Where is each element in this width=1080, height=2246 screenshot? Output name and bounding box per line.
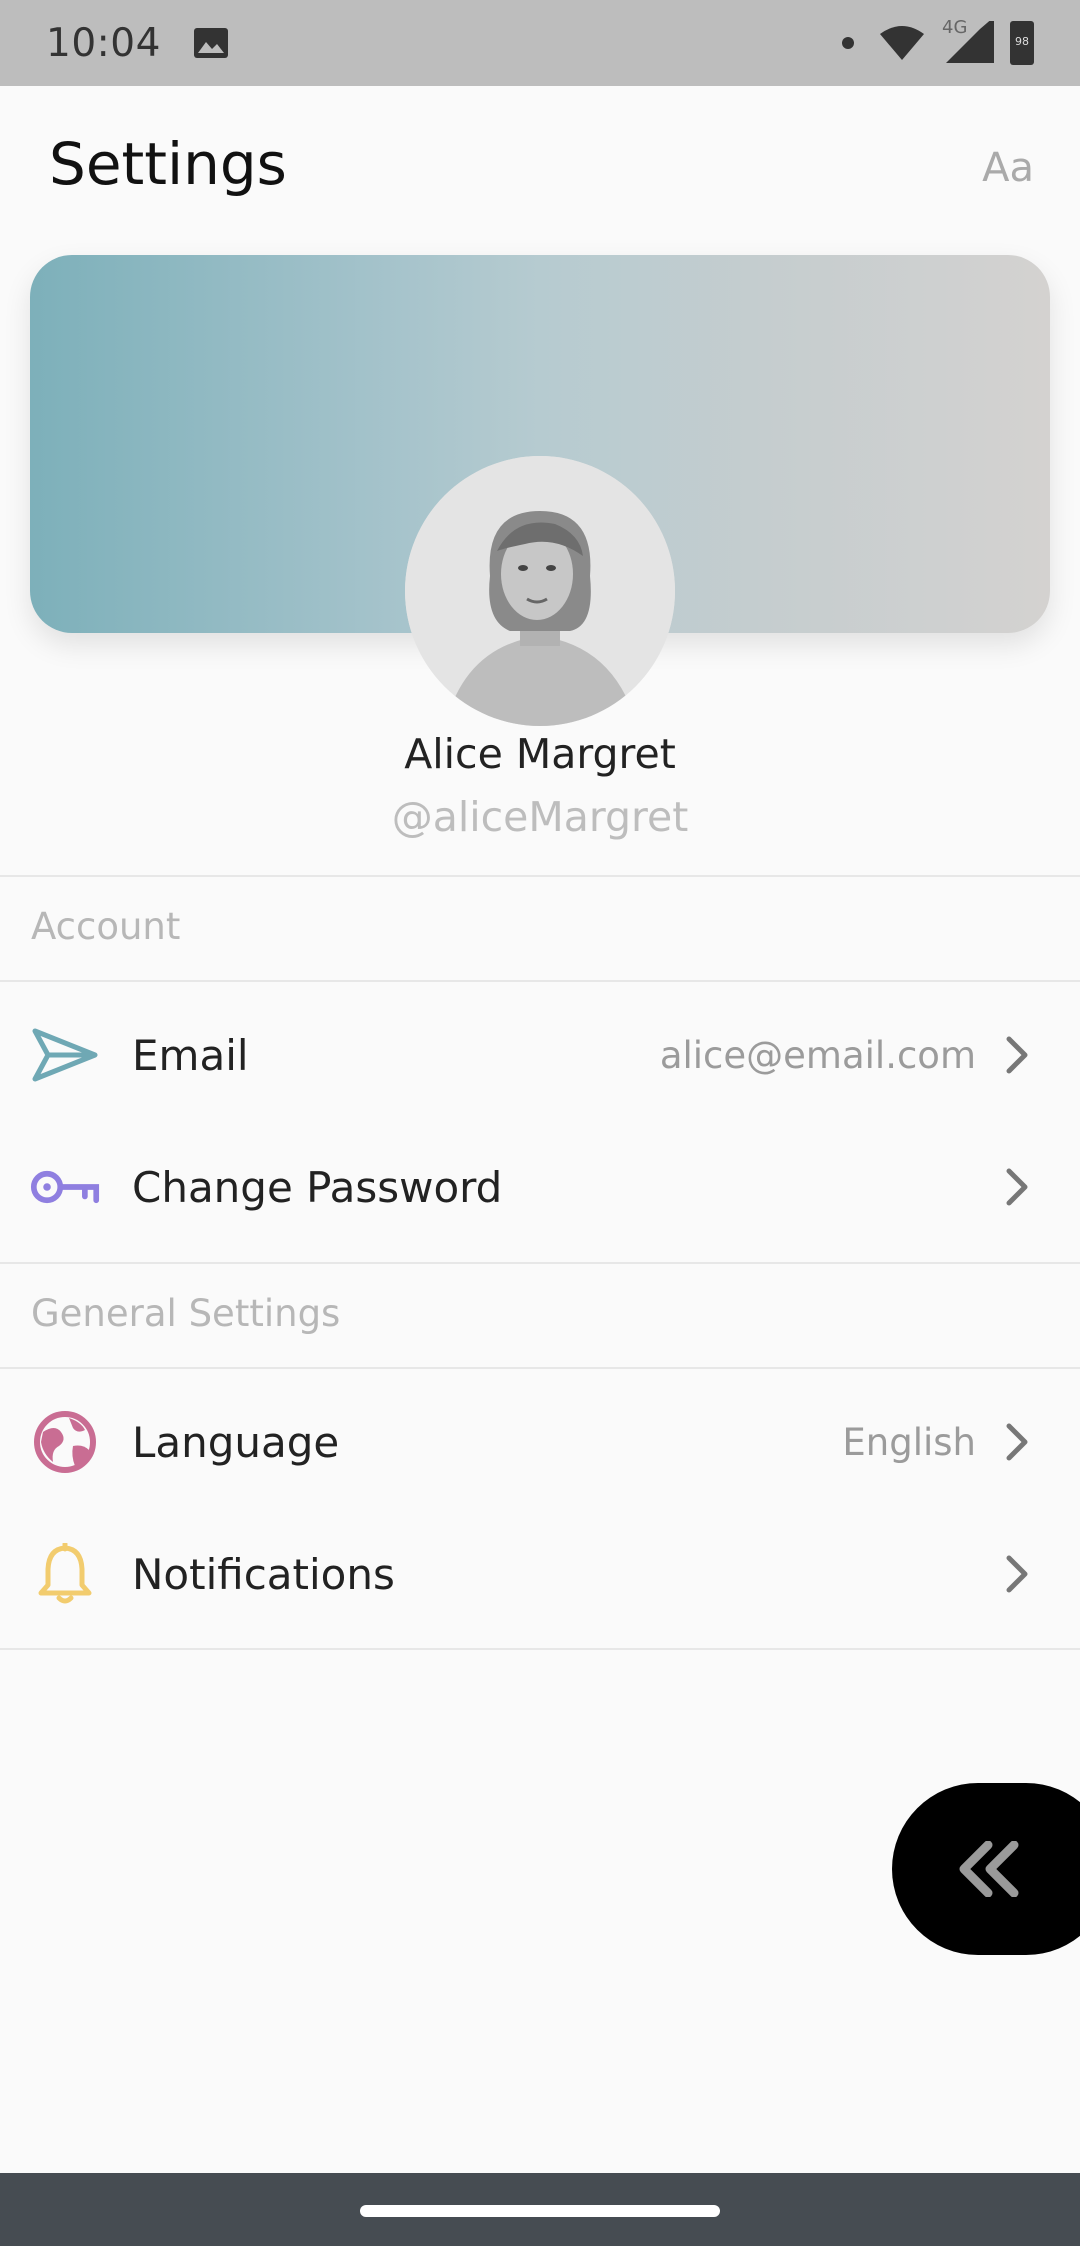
- wifi-icon: [880, 26, 924, 60]
- battery-level: 98: [1015, 35, 1029, 48]
- double-chevron-left-icon: [959, 1841, 1019, 1897]
- divider: [0, 1262, 1080, 1264]
- profile-name: Alice Margret: [404, 730, 676, 778]
- home-gesture-handle[interactable]: [360, 2205, 720, 2217]
- row-label: Email: [132, 1030, 249, 1080]
- settings-row-notifications[interactable]: Notifications: [0, 1509, 1080, 1639]
- avatar[interactable]: [405, 456, 675, 726]
- globe-icon: [30, 1407, 100, 1477]
- avatar-photo: [405, 456, 675, 726]
- chevron-right-icon: [1006, 1423, 1028, 1461]
- divider: [0, 875, 1080, 877]
- row-label: Notifications: [132, 1549, 395, 1599]
- settings-row-email[interactable]: Email alice@email.com: [0, 990, 1080, 1120]
- row-value-email: alice@email.com: [659, 1033, 976, 1077]
- signal-icon: 4G: [940, 17, 996, 65]
- bell-icon: [30, 1539, 100, 1609]
- divider: [0, 1367, 1080, 1369]
- send-icon: [30, 1020, 100, 1090]
- row-label: Language: [132, 1417, 340, 1467]
- status-icons: 4G 98: [842, 17, 1034, 65]
- settings-row-language[interactable]: Language English: [0, 1377, 1080, 1507]
- divider: [0, 1648, 1080, 1650]
- divider: [0, 980, 1080, 982]
- status-time: 10:04: [46, 20, 161, 66]
- profile-handle: @aliceMargret: [391, 793, 689, 841]
- row-value-language: English: [842, 1420, 976, 1464]
- page-title: Settings: [49, 130, 287, 198]
- font-size-button[interactable]: Aa: [982, 145, 1034, 191]
- notification-dot-icon: [842, 37, 854, 49]
- chevron-right-icon: [1006, 1555, 1028, 1593]
- settings-row-change-password[interactable]: Change Password: [0, 1122, 1080, 1252]
- status-bar: 10:04 4G 98: [0, 0, 1080, 86]
- chevron-right-icon: [1006, 1036, 1028, 1074]
- row-label: Change Password: [132, 1162, 503, 1212]
- image-icon: [193, 28, 228, 58]
- key-icon: [30, 1152, 100, 1222]
- chevron-right-icon: [1006, 1168, 1028, 1206]
- section-label-general: General Settings: [31, 1292, 341, 1335]
- collapse-panel-button[interactable]: [892, 1783, 1080, 1955]
- section-label-account: Account: [31, 905, 181, 948]
- battery-icon: 98: [1010, 21, 1034, 65]
